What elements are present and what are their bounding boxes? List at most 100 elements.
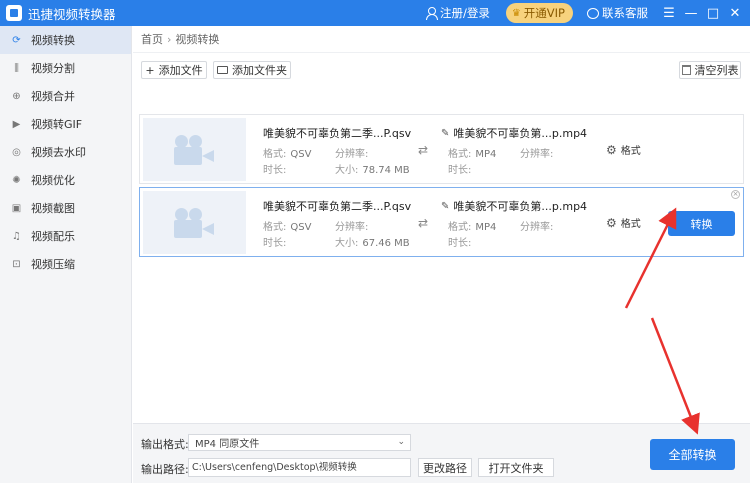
remove-icon[interactable]: × — [731, 190, 740, 199]
optimize-icon: ✺ — [12, 174, 21, 186]
output-duration: 时长: — [448, 165, 472, 176]
convert-arrow-icon: ⇄ — [418, 143, 429, 157]
source-file-name: 唯美貌不可辜负第二季...P.qsv — [263, 200, 412, 213]
chat-icon — [587, 7, 599, 19]
clear-list-label: 清空列表 — [694, 64, 739, 77]
output-resolution: 分辨率: — [520, 222, 554, 233]
sidebar-item-video-screenshot[interactable]: ▣ 视频截图 — [0, 194, 131, 222]
output-file-name-label: 唯美貌不可辜负第...p.mp4 — [453, 200, 588, 213]
sidebar-item-video-music[interactable]: ♫ 视频配乐 — [0, 222, 131, 250]
menu-icon[interactable]: ☰ — [660, 6, 678, 21]
login-label: 注册/登录 — [439, 6, 490, 20]
trash-icon — [681, 65, 691, 75]
format-settings-label: 格式 — [620, 146, 641, 157]
main-panel: 首页 › 视频转换 + 添加文件 添加文件夹 清空列表 唯美貌不可辜负第二季..… — [133, 26, 750, 483]
convert-button[interactable]: 转换 — [668, 211, 735, 236]
add-file-button[interactable]: + 添加文件 — [141, 61, 207, 79]
add-file-label: 添加文件 — [158, 64, 203, 77]
gif-icon: ▶ — [12, 118, 21, 130]
source-resolution: 分辨率: — [335, 149, 369, 160]
output-format-label: 输出格式: — [141, 438, 189, 451]
output-file-name[interactable]: ✎ 唯美貌不可辜负第...p.mp4 — [441, 125, 587, 141]
output-settings-bar: 输出格式: MP4 同原文件 ⌄ 输出路径: C:\Users\cenfeng\… — [133, 423, 750, 483]
source-size: 大小: 78.74 MB — [335, 165, 410, 176]
titlebar-actions: 注册/登录 ♛ 开通VIP 联系客服 ☰ — □ ✕ — [425, 0, 744, 26]
sidebar-item-video-optimize[interactable]: ✺ 视频优化 — [0, 166, 131, 194]
gear-icon: ⚙ — [606, 142, 617, 157]
output-resolution: 分辨率: — [520, 149, 554, 160]
file-item[interactable]: 唯美貌不可辜负第二季...P.qsv 格式: QSV 分辨率: 时长: 大小: 67… — [139, 187, 744, 257]
output-format: 格式: MP4 — [448, 149, 497, 160]
music-icon: ♫ — [12, 230, 21, 242]
sidebar-item-label: 视频转GIF — [31, 118, 83, 131]
output-duration: 时长: — [448, 238, 472, 249]
sidebar-item-video-to-gif[interactable]: ▶ 视频转GIF — [0, 110, 131, 138]
sidebar-item-video-merge[interactable]: ⊕ 视频合并 — [0, 82, 131, 110]
file-item[interactable]: 唯美貌不可辜负第二季...P.qsv 格式: QSV 分辨率: 时长: 大小: 78… — [139, 114, 744, 184]
sidebar: ⟳ 视频转换 ⫼ 视频分割 ⊕ 视频合并 ▶ 视频转GIF ◎ 视频去水印 ✺ … — [0, 26, 132, 483]
pencil-icon: ✎ — [441, 127, 450, 139]
close-icon[interactable]: ✕ — [726, 6, 744, 21]
output-format-value: MP4 同原文件 — [195, 439, 260, 450]
video-thumbnail — [143, 118, 246, 181]
vip-button[interactable]: ♛ 开通VIP — [505, 3, 573, 23]
gear-icon: ⚙ — [606, 215, 617, 230]
screenshot-icon: ▣ — [11, 202, 22, 214]
output-file-name-label: 唯美貌不可辜负第...p.mp4 — [453, 127, 588, 140]
format-settings-label: 格式 — [620, 219, 641, 230]
sidebar-item-label: 视频分割 — [31, 62, 75, 75]
sidebar-item-label: 视频优化 — [31, 174, 75, 187]
sidebar-item-video-compress[interactable]: ⊡ 视频压缩 — [0, 250, 131, 278]
split-icon: ⫼ — [14, 62, 19, 74]
user-icon — [425, 7, 438, 20]
open-folder-button[interactable]: 打开文件夹 — [478, 458, 554, 477]
sidebar-item-video-convert[interactable]: ⟳ 视频转换 — [0, 26, 131, 54]
sidebar-item-label: 视频压缩 — [31, 258, 75, 271]
crown-icon: ♛ — [511, 7, 521, 19]
app-logo-icon — [6, 5, 22, 21]
maximize-icon[interactable]: □ — [704, 6, 722, 21]
app-title: 迅捷视频转换器 — [28, 6, 116, 22]
convert-all-button[interactable]: 全部转换 — [650, 439, 735, 470]
convert-arrow-icon: ⇄ — [418, 216, 429, 230]
video-thumbnail — [143, 191, 246, 254]
compress-icon: ⊡ — [12, 258, 21, 270]
pencil-icon: ✎ — [441, 200, 450, 212]
output-format: 格式: MP4 — [448, 222, 497, 233]
vip-label: 开通VIP — [523, 6, 565, 20]
add-folder-button[interactable]: 添加文件夹 — [213, 61, 291, 79]
watermark-icon: ◎ — [12, 146, 21, 158]
output-file-name[interactable]: ✎ 唯美貌不可辜负第...p.mp4 — [441, 198, 587, 214]
minimize-icon[interactable]: — — [682, 6, 700, 21]
sidebar-item-label: 视频截图 — [31, 202, 75, 215]
refresh-icon: ⟳ — [12, 34, 21, 46]
change-path-button[interactable]: 更改路径 — [418, 458, 472, 477]
add-folder-label: 添加文件夹 — [232, 64, 287, 77]
service-label: 联系客服 — [602, 6, 648, 20]
customer-service-link[interactable]: 联系客服 — [587, 5, 648, 21]
clear-list-button[interactable]: 清空列表 — [679, 61, 741, 79]
breadcrumb-current: 视频转换 — [175, 33, 220, 46]
merge-icon: ⊕ — [12, 90, 21, 102]
sidebar-item-label: 视频配乐 — [31, 230, 75, 243]
sidebar-item-label: 视频转换 — [31, 34, 75, 47]
output-format-select[interactable]: MP4 同原文件 ⌄ — [188, 434, 411, 451]
breadcrumb: 首页 › 视频转换 — [133, 26, 750, 53]
output-path-field[interactable]: C:\Users\cenfeng\Desktop\视频转换 — [188, 458, 411, 477]
sidebar-item-remove-watermark[interactable]: ◎ 视频去水印 — [0, 138, 131, 166]
chevron-down-icon: ⌄ — [397, 437, 405, 447]
format-settings-button[interactable]: ⚙ 格式 — [606, 142, 641, 158]
sidebar-item-video-split[interactable]: ⫼ 视频分割 — [0, 54, 131, 82]
video-camera-icon — [173, 133, 216, 167]
breadcrumb-home[interactable]: 首页 — [141, 31, 163, 47]
video-camera-icon — [173, 206, 216, 240]
source-duration: 时长: — [263, 165, 287, 176]
sidebar-item-label: 视频合并 — [31, 90, 75, 103]
output-path-label: 输出路径: — [141, 463, 189, 476]
source-file-name: 唯美貌不可辜负第二季...P.qsv — [263, 127, 412, 140]
source-size: 大小: 67.46 MB — [335, 238, 410, 249]
login-link[interactable]: 注册/登录 — [425, 5, 490, 21]
folder-icon — [217, 66, 228, 74]
format-settings-button[interactable]: ⚙ 格式 — [606, 215, 641, 231]
sidebar-item-label: 视频去水印 — [31, 146, 86, 159]
